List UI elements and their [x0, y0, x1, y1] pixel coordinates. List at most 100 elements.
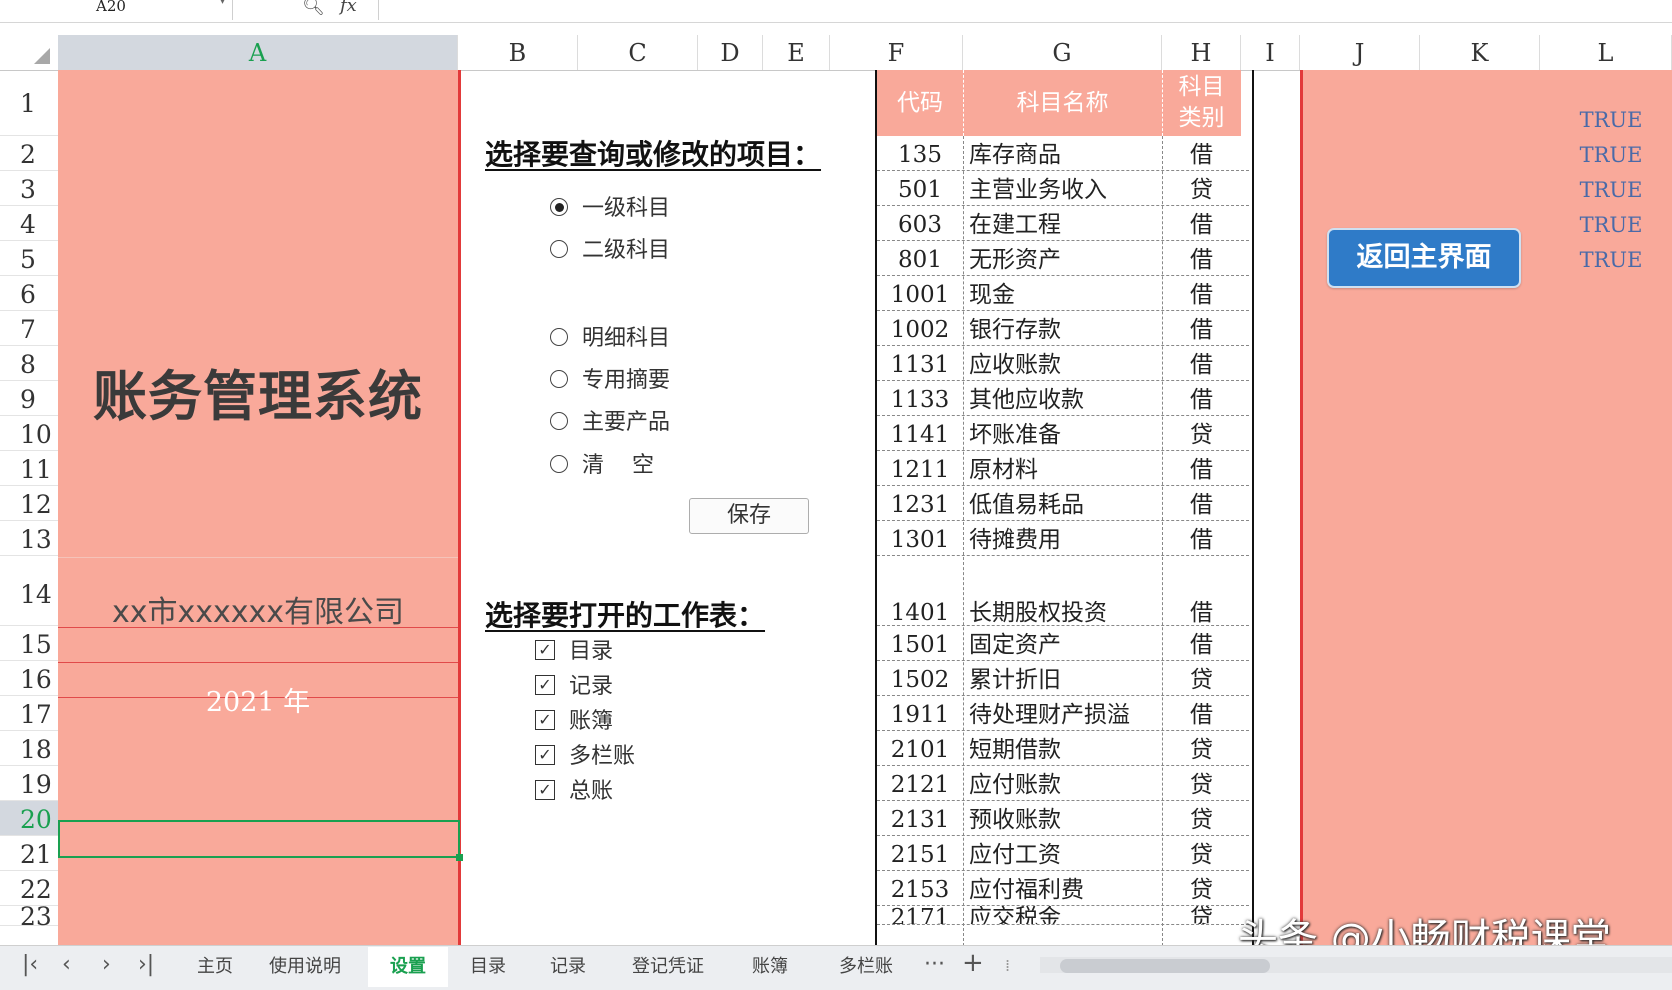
- radio-label: 专用摘要: [582, 368, 671, 393]
- checkbox-icon[interactable]: ✓: [535, 745, 555, 765]
- scrollbar-thumb[interactable]: [1060, 959, 1270, 973]
- row-header-7[interactable]: 7: [0, 311, 58, 346]
- column-header-a[interactable]: A: [58, 35, 458, 70]
- row-header-17[interactable]: 17: [0, 696, 58, 731]
- row-header-4[interactable]: 4: [0, 206, 58, 241]
- row-header-8[interactable]: 8: [0, 346, 58, 381]
- radio-label: 二级科目: [582, 238, 671, 263]
- prev-sheet-icon[interactable]: ‹: [62, 952, 71, 977]
- row-header-10[interactable]: 10: [0, 416, 58, 451]
- radio-option[interactable]: 专用摘要: [550, 362, 670, 394]
- year-label: 2021 年: [205, 687, 311, 718]
- column-header-l[interactable]: L: [1540, 35, 1672, 70]
- checkbox-icon[interactable]: ✓: [535, 780, 555, 800]
- radio-label: 主要产品: [582, 410, 671, 435]
- radio-button-icon[interactable]: [550, 198, 568, 216]
- row-header-12[interactable]: 12: [0, 486, 58, 521]
- row-header-16[interactable]: 16: [0, 661, 58, 696]
- fx-icon[interactable]: fx: [340, 0, 357, 16]
- radio-option[interactable]: 一级科目: [550, 190, 670, 222]
- radio-button-icon[interactable]: [550, 455, 568, 473]
- radio-option[interactable]: 二级科目: [550, 232, 670, 264]
- checkbox-label: 账簿: [569, 709, 614, 734]
- row-header-14[interactable]: 14: [0, 556, 58, 626]
- checkbox-label: 多栏账: [569, 744, 636, 769]
- cell-border: [58, 662, 458, 663]
- sheet-checkbox[interactable]: ✓ 记录: [535, 668, 613, 700]
- table-border: [875, 70, 1254, 945]
- radio-button-icon[interactable]: [550, 328, 568, 346]
- row-header-23[interactable]: 23: [0, 904, 58, 929]
- more-tabs-icon[interactable]: ···: [924, 952, 945, 977]
- sheet-tab[interactable]: 设置: [368, 947, 448, 987]
- sheet-checkbox[interactable]: ✓ 目录: [535, 633, 613, 665]
- app-title: 账务管理系统: [93, 365, 423, 428]
- radio-button-icon[interactable]: [550, 412, 568, 430]
- column-header-c[interactable]: C: [578, 35, 698, 70]
- query-section-title: 选择要查询或修改的项目：: [485, 138, 822, 171]
- name-box[interactable]: A20 ▾: [0, 0, 233, 20]
- column-header-g[interactable]: G: [963, 35, 1162, 70]
- radio-button-icon[interactable]: [550, 370, 568, 388]
- row-header-19[interactable]: 19: [0, 766, 58, 801]
- return-main-button[interactable]: 返回主界面: [1327, 228, 1521, 288]
- column-header-j[interactable]: J: [1300, 35, 1420, 70]
- row-header-1[interactable]: 1: [0, 70, 58, 136]
- true-value: TRUE: [1579, 178, 1643, 202]
- column-header-b[interactable]: B: [458, 35, 578, 70]
- formula-bar: [0, 0, 1672, 23]
- sheet-tab[interactable]: 记录: [528, 947, 608, 987]
- selected-cell[interactable]: [58, 820, 463, 861]
- sheet-tab[interactable]: 使用说明: [255, 947, 355, 987]
- row-header-18[interactable]: 18: [0, 731, 58, 766]
- row-header-2[interactable]: 2: [0, 136, 58, 171]
- column-header-f[interactable]: F: [830, 35, 963, 70]
- checkbox-icon[interactable]: ✓: [535, 710, 555, 730]
- radio-option[interactable]: 清 空: [550, 447, 654, 479]
- sheet-tab[interactable]: 多栏账: [820, 947, 912, 987]
- tab-splitter-icon[interactable]: ⁞: [1005, 956, 1010, 975]
- open-section-title: 选择要打开的工作表：: [485, 599, 766, 632]
- next-sheet-icon[interactable]: ›: [102, 952, 111, 977]
- row-header-6[interactable]: 6: [0, 276, 58, 311]
- checkbox-icon[interactable]: ✓: [535, 640, 555, 660]
- row-header-3[interactable]: 3: [0, 171, 58, 206]
- row-header-20[interactable]: 20: [0, 801, 58, 836]
- row-header-13[interactable]: 13: [0, 521, 58, 556]
- sheet-checkbox[interactable]: ✓ 总账: [535, 773, 613, 805]
- sheet-tab[interactable]: 登记凭证: [612, 947, 724, 987]
- checkbox-icon[interactable]: ✓: [535, 675, 555, 695]
- true-value: TRUE: [1579, 213, 1643, 237]
- row-header-11[interactable]: 11: [0, 451, 58, 486]
- radio-button-icon[interactable]: [550, 240, 568, 258]
- first-sheet-icon[interactable]: |‹: [22, 952, 38, 977]
- radio-option[interactable]: 明细科目: [550, 320, 670, 352]
- row-header-21[interactable]: 21: [0, 836, 58, 871]
- sheet-tab[interactable]: 主页: [175, 947, 255, 987]
- column-header-d[interactable]: D: [698, 35, 763, 70]
- column-a-panel: [58, 70, 461, 945]
- select-all-corner[interactable]: [0, 35, 58, 70]
- add-sheet-icon[interactable]: +: [962, 948, 984, 978]
- sheet-checkbox[interactable]: ✓ 账簿: [535, 703, 613, 735]
- row-header-15[interactable]: 15: [0, 626, 58, 661]
- row-header-9[interactable]: 9: [0, 381, 58, 416]
- row-header-22[interactable]: 22: [0, 871, 58, 906]
- checkbox-label: 总账: [569, 779, 614, 804]
- sheet-checkbox[interactable]: ✓ 多栏账: [535, 738, 635, 770]
- last-sheet-icon[interactable]: ›|: [138, 952, 154, 977]
- sheet-tab[interactable]: 目录: [448, 947, 528, 987]
- zoom-icon[interactable]: 🔍︎: [302, 0, 325, 17]
- column-header-h[interactable]: H: [1162, 35, 1241, 70]
- true-value: TRUE: [1579, 143, 1643, 167]
- column-header-i[interactable]: I: [1241, 35, 1300, 70]
- radio-option[interactable]: 主要产品: [550, 404, 670, 436]
- sheet-tab[interactable]: 账簿: [730, 947, 810, 987]
- radio-label: 明细科目: [582, 326, 671, 351]
- column-header-e[interactable]: E: [763, 35, 830, 70]
- row-header-5[interactable]: 5: [0, 241, 58, 276]
- column-header-k[interactable]: K: [1420, 35, 1540, 70]
- fill-handle[interactable]: [456, 854, 463, 861]
- chevron-down-icon[interactable]: ▾: [220, 0, 225, 7]
- save-button[interactable]: 保存: [689, 498, 809, 534]
